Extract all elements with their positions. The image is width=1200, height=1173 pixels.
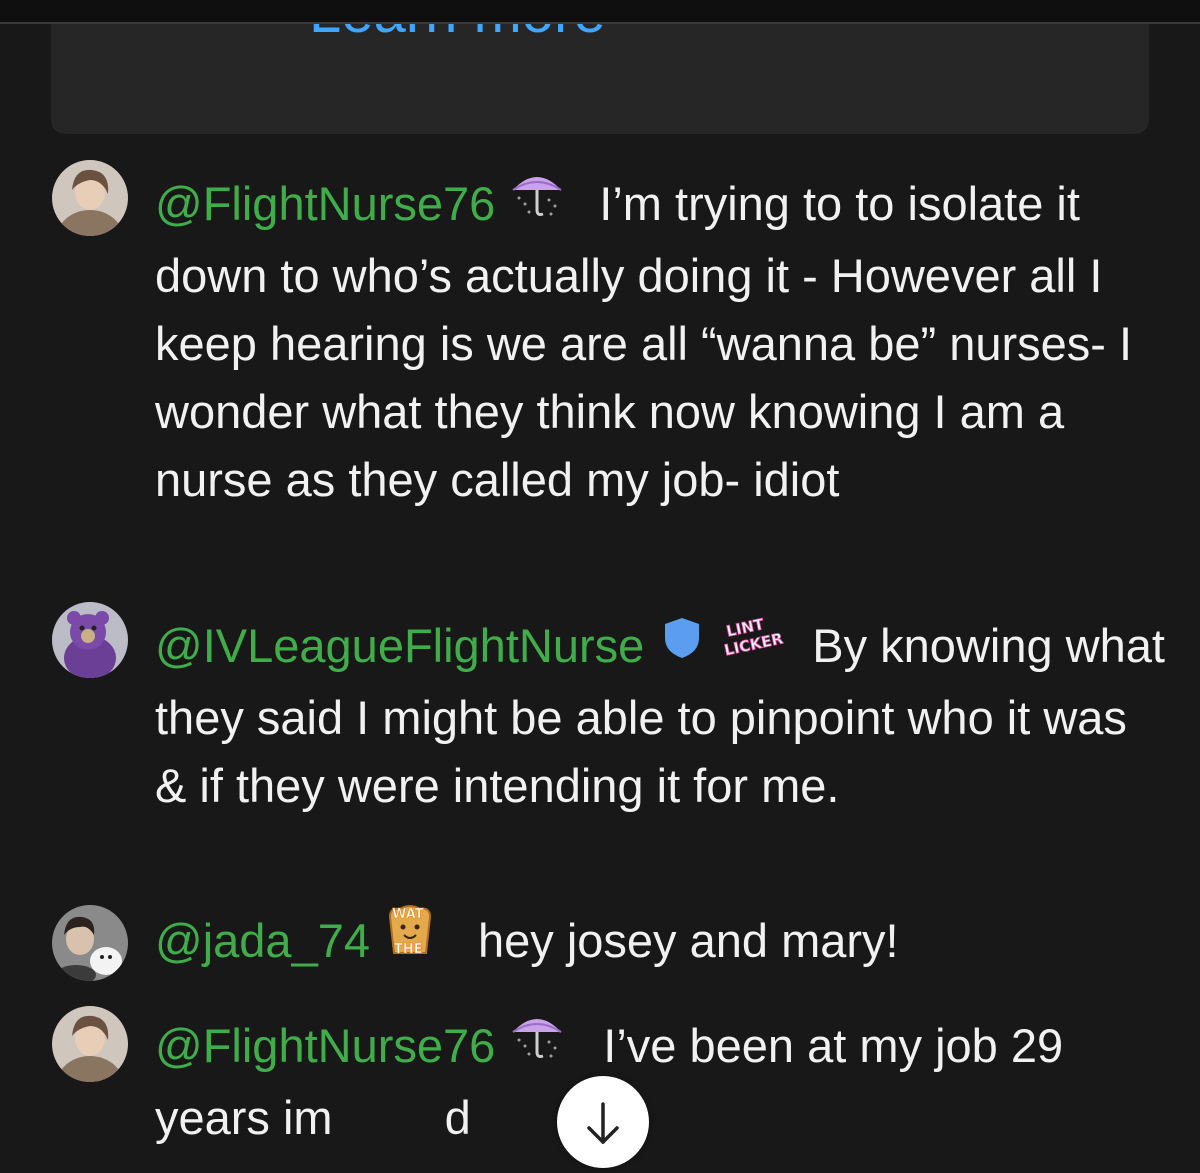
message-author[interactable]: @FlightNurse76 <box>155 1019 495 1072</box>
wat-badge-line-1: WAT <box>392 907 424 922</box>
avatar[interactable] <box>52 905 128 981</box>
message-text-after: d <box>444 1090 471 1144</box>
arrow-down-icon <box>587 1102 619 1144</box>
moderator-shield-icon <box>662 610 702 678</box>
top-bar <box>0 0 1200 24</box>
message-author[interactable]: @jada_74 <box>155 914 370 967</box>
umbrella-emoji-badge <box>505 1010 569 1078</box>
avatar[interactable] <box>52 1006 128 1082</box>
avatar[interactable] <box>52 160 128 236</box>
lint-licker-badge: LINT LICKER <box>716 610 786 678</box>
scroll-to-bottom-button[interactable] <box>557 1076 649 1168</box>
message-text: hey josey and mary! <box>478 914 899 967</box>
umbrella-emoji-badge <box>505 168 569 236</box>
wat-the-toast-badge: WAT THE <box>380 903 440 975</box>
message-author[interactable]: @IVLeagueFlightNurse <box>155 619 644 672</box>
chat-screen: { "banner": { "link_label": "Learn more"… <box>0 0 1200 1173</box>
avatar[interactable] <box>52 602 128 678</box>
wat-badge-line-2: THE <box>394 942 423 957</box>
message-author[interactable]: @FlightNurse76 <box>155 177 495 230</box>
